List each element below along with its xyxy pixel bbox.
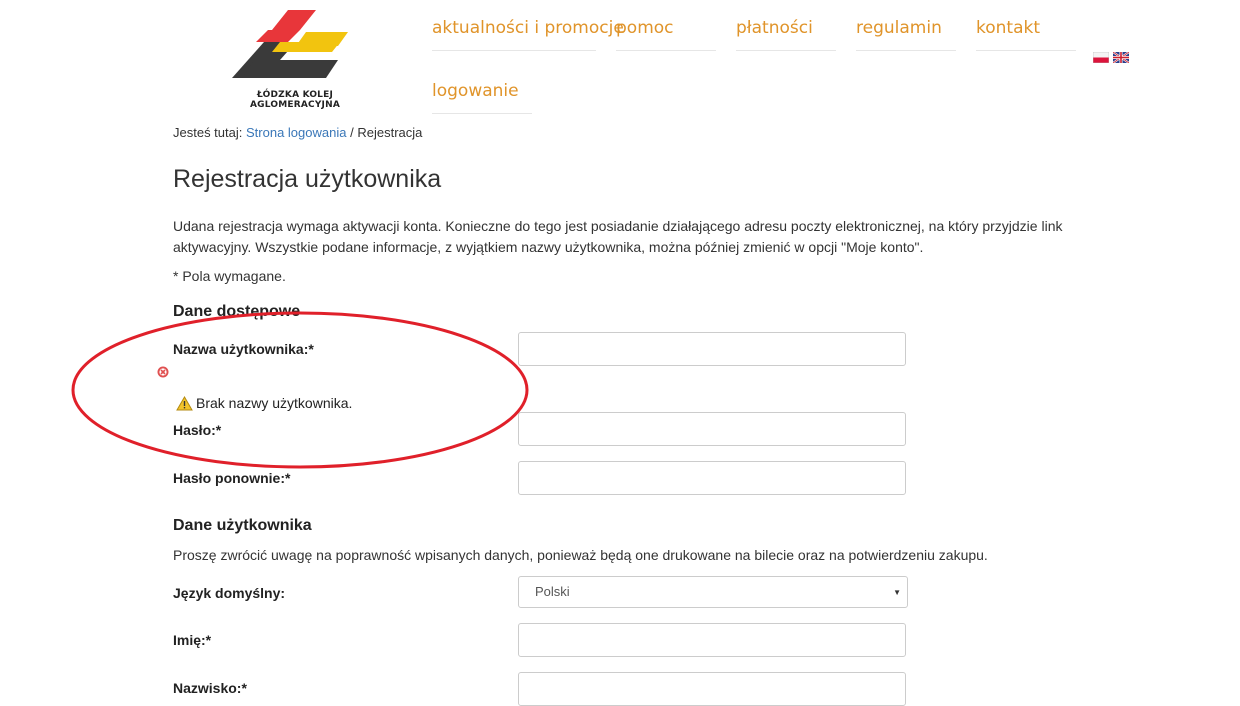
firstname-label: Imię:* — [173, 632, 212, 648]
page-title: Rejestracja użytkownika — [173, 165, 442, 193]
password-input[interactable] — [518, 412, 906, 446]
password-repeat-label: Hasło ponownie:* — [173, 470, 291, 486]
intro-line-2: aktywacyjny. Wszystkie podane informacje… — [173, 239, 924, 255]
firstname-input[interactable] — [518, 623, 906, 657]
required-note: * Pola wymagane. — [173, 268, 286, 284]
breadcrumb-prefix: Jesteś tutaj: — [173, 125, 243, 140]
en-flag-icon[interactable] — [1113, 52, 1129, 63]
username-input[interactable] — [518, 332, 906, 366]
password-repeat-input[interactable] — [518, 461, 906, 495]
lastname-input[interactable] — [518, 672, 906, 706]
pl-flag-icon[interactable] — [1093, 52, 1109, 63]
nav-item-payments[interactable]: płatności — [736, 18, 836, 51]
breadcrumb-current: Rejestracja — [357, 125, 423, 140]
language-label: Język domyślny: — [173, 585, 286, 601]
breadcrumb-separator: / — [350, 125, 354, 140]
language-select[interactable]: Polski ▼ — [518, 576, 908, 608]
section-user-title: Dane użytkownika — [173, 517, 312, 534]
nav-item-terms[interactable]: regulamin — [856, 18, 956, 51]
annotation-ellipse — [71, 311, 529, 469]
warning-icon — [176, 395, 193, 410]
logo-text: ŁÓDZKA KOLEJ AGLOMERACYJNA — [250, 90, 340, 110]
username-error: Brak nazwy użytkownika. — [176, 395, 352, 411]
user-data-note: Proszę zwrócić uwagę na poprawność wpisa… — [173, 547, 988, 563]
nav-item-news[interactable]: aktualności i promocje — [432, 18, 624, 51]
nav-item-login[interactable]: logowanie — [432, 81, 532, 114]
intro-line-1: Udana rejestracja wymaga aktywacji konta… — [173, 218, 1063, 234]
breadcrumb: Jesteś tutaj: Strona logowania / Rejestr… — [173, 125, 422, 140]
language-select-value: Polski — [535, 584, 570, 599]
breadcrumb-link-login[interactable]: Strona logowania — [246, 125, 346, 140]
section-access-title: Dane dostępowe — [173, 303, 301, 320]
nav-item-contact[interactable]: kontakt — [976, 18, 1076, 51]
nav-item-help[interactable]: pomoc — [616, 18, 716, 51]
password-label: Hasło:* — [173, 422, 222, 438]
intro-text: Udana rejestracja wymaga aktywacji konta… — [173, 216, 1062, 258]
lastname-label: Nazwisko:* — [173, 680, 247, 696]
chevron-down-icon: ▼ — [893, 588, 901, 597]
username-label: Nazwa użytkownika:* — [173, 341, 314, 357]
username-error-text: Brak nazwy użytkownika. — [196, 395, 353, 411]
error-icon — [157, 366, 169, 378]
